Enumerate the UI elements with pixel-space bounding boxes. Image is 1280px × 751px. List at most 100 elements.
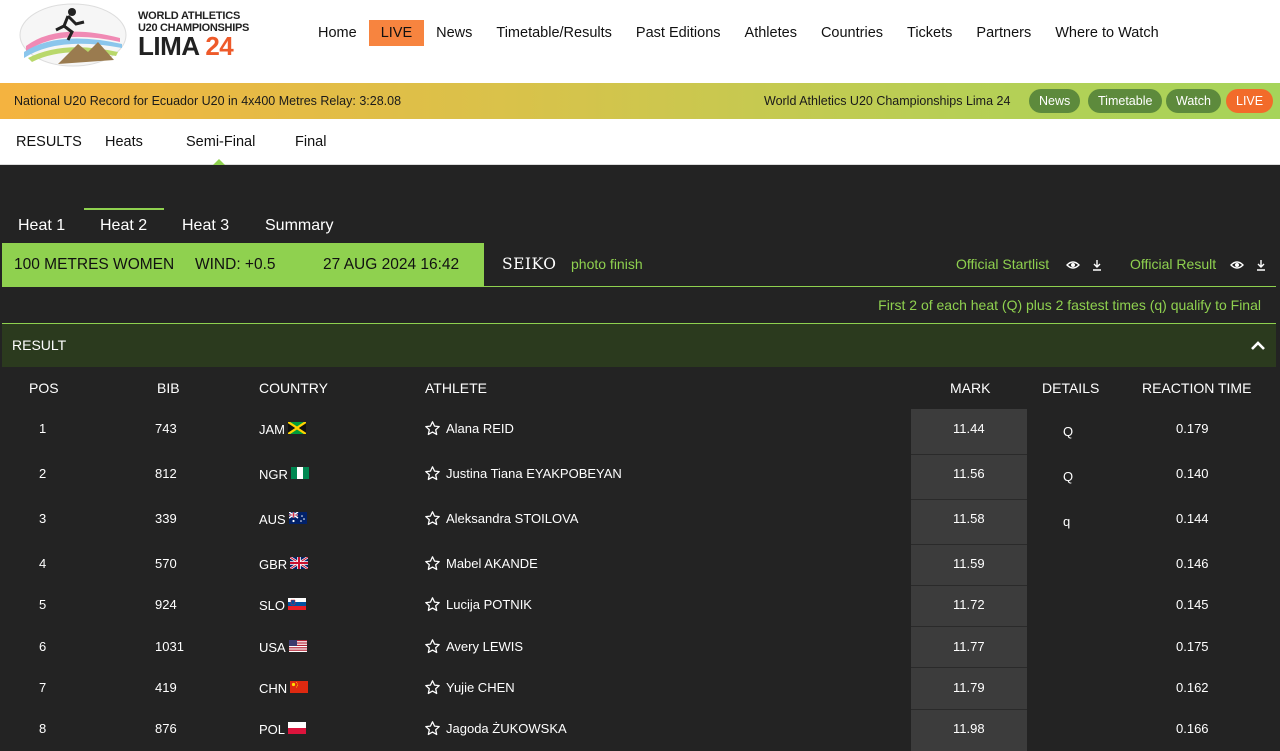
nav-tickets[interactable]: Tickets	[895, 20, 964, 46]
startlist-download-icon[interactable]	[1090, 258, 1104, 272]
site-header: WORLD ATHLETICS U20 CHAMPIONSHIPS LIMA 2…	[0, 0, 1280, 83]
col-athlete: ATHLETE	[425, 380, 487, 396]
ticker-headline[interactable]: National U20 Record for Ecuador U20 in 4…	[14, 83, 401, 119]
col-bib: BIB	[157, 380, 180, 396]
cell-country[interactable]: POL	[259, 722, 307, 737]
cell-athlete[interactable]: Justina Tiana EYAKPOBEYAN	[424, 465, 622, 482]
nav-home[interactable]: Home	[306, 20, 369, 46]
ticker-news-button[interactable]: News	[1029, 89, 1081, 113]
logo-word: LIMA	[138, 31, 199, 61]
favorite-star-icon[interactable]	[424, 555, 441, 572]
event-info-bar: 100 METRES WOMEN WIND: +0.5 27 AUG 2024 …	[2, 243, 484, 286]
cell-country[interactable]: JAM	[259, 422, 306, 437]
nav-athletes[interactable]: Athletes	[733, 20, 809, 46]
result-download-icon[interactable]	[1254, 258, 1268, 272]
country-flag-icon	[288, 722, 307, 737]
country-code: SLO	[259, 598, 286, 613]
tab-summary[interactable]: Summary	[265, 208, 333, 244]
cell-bib: 570	[155, 556, 177, 571]
tab-heat-1[interactable]: Heat 1	[18, 208, 65, 244]
cell-mark: 11.58	[953, 511, 985, 526]
country-code: NGR	[259, 467, 288, 482]
favorite-star-icon[interactable]	[424, 720, 441, 737]
athlete-name[interactable]: Jagoda ŻUKOWSKA	[446, 721, 567, 736]
country-flag-icon	[288, 422, 306, 437]
result-section-header[interactable]: RESULT	[2, 324, 1276, 367]
result-view-icon[interactable]	[1230, 258, 1244, 272]
subnav-heats[interactable]: Heats	[105, 119, 143, 165]
cell-mark: 11.72	[953, 597, 985, 612]
cell-pos: 8	[39, 721, 47, 736]
official-startlist-link[interactable]: Official Startlist	[956, 243, 1049, 286]
cell-country[interactable]: CHN	[259, 681, 309, 696]
qualification-rule: First 2 of each heat (Q) plus 2 fastest …	[878, 297, 1261, 313]
nav-countries[interactable]: Countries	[809, 20, 895, 46]
col-mark: MARK	[950, 380, 991, 396]
cell-country[interactable]: GBR	[259, 557, 309, 572]
result-title: RESULT	[12, 337, 67, 353]
startlist-view-icon[interactable]	[1066, 258, 1080, 272]
athlete-name[interactable]: Lucija POTNIK	[446, 597, 532, 612]
favorite-star-icon[interactable]	[424, 679, 441, 696]
athlete-name[interactable]: Avery LEWIS	[446, 639, 523, 654]
subnav-final[interactable]: Final	[295, 119, 326, 165]
favorite-star-icon[interactable]	[424, 596, 441, 613]
cell-athlete[interactable]: Mabel AKANDE	[424, 555, 538, 572]
ticker-timetable-button[interactable]: Timetable	[1088, 89, 1163, 113]
cell-mark: 11.98	[953, 721, 985, 736]
athlete-name[interactable]: Yujie CHEN	[446, 680, 515, 695]
chevron-up-icon[interactable]	[1250, 338, 1266, 354]
athlete-name[interactable]: Aleksandra STOILOVA	[446, 511, 578, 526]
cell-athlete[interactable]: Lucija POTNIK	[424, 596, 532, 613]
cell-bib: 743	[155, 421, 177, 436]
cell-details: q	[1063, 514, 1071, 529]
mark-column-highlight	[911, 409, 1027, 751]
logo-num: 24	[205, 31, 234, 61]
cell-athlete[interactable]: Jagoda ŻUKOWSKA	[424, 720, 567, 737]
nav-past-editions[interactable]: Past Editions	[624, 20, 733, 46]
cell-athlete[interactable]: Aleksandra STOILOVA	[424, 510, 578, 527]
mark-separator	[911, 585, 1027, 586]
cell-country[interactable]: NGR	[259, 467, 309, 482]
favorite-star-icon[interactable]	[424, 465, 441, 482]
col-reaction-time: REACTION TIME	[1142, 380, 1252, 396]
favorite-star-icon[interactable]	[424, 420, 441, 437]
nav-live[interactable]: LIVE	[368, 20, 425, 46]
cell-reaction-time: 0.144	[1176, 511, 1209, 526]
athlete-name[interactable]: Mabel AKANDE	[446, 556, 538, 571]
cell-country[interactable]: USA	[259, 640, 307, 655]
cell-country[interactable]: SLO	[259, 598, 307, 613]
country-code: JAM	[259, 422, 285, 437]
ticker-event-name: World Athletics U20 Championships Lima 2…	[764, 94, 1011, 108]
favorite-star-icon[interactable]	[424, 510, 441, 527]
favorite-star-icon[interactable]	[424, 638, 441, 655]
tab-heat-2[interactable]: Heat 2	[83, 208, 165, 244]
cell-bib: 924	[155, 597, 177, 612]
cell-mark: 11.56	[953, 466, 985, 481]
cell-pos: 2	[39, 466, 47, 481]
nav-where-to-watch[interactable]: Where to Watch	[1043, 20, 1170, 46]
cell-athlete[interactable]: Yujie CHEN	[424, 679, 515, 696]
ticker-live-button[interactable]: LIVE	[1226, 89, 1274, 113]
tab-heat-3[interactable]: Heat 3	[182, 208, 229, 244]
nav-news[interactable]: News	[424, 20, 484, 46]
cell-athlete[interactable]: Avery LEWIS	[424, 638, 523, 655]
cell-reaction-time: 0.166	[1176, 721, 1209, 736]
nav-timetable-results[interactable]: Timetable/Results	[484, 20, 624, 46]
cell-pos: 5	[39, 597, 47, 612]
main-nav: Home LIVE News Timetable/Results Past Ed…	[306, 20, 1171, 46]
championship-logo[interactable]	[18, 2, 128, 68]
athlete-name[interactable]: Alana REID	[446, 421, 514, 436]
nav-partners[interactable]: Partners	[964, 20, 1043, 46]
cell-mark: 11.77	[953, 639, 985, 654]
logo-wordmark: WORLD ATHLETICS U20 CHAMPIONSHIPS LIMA 2…	[138, 10, 249, 61]
cell-country[interactable]: AUS	[259, 512, 307, 527]
cell-bib: 1031	[155, 639, 184, 654]
cell-bib: 812	[155, 466, 177, 481]
ticker-watch-button[interactable]: Watch	[1166, 89, 1221, 113]
athlete-name[interactable]: Justina Tiana EYAKPOBEYAN	[446, 466, 622, 481]
cell-pos: 3	[39, 511, 47, 526]
official-result-link[interactable]: Official Result	[1130, 243, 1216, 286]
photo-finish-link[interactable]: photo finish	[571, 243, 643, 286]
cell-athlete[interactable]: Alana REID	[424, 420, 514, 437]
